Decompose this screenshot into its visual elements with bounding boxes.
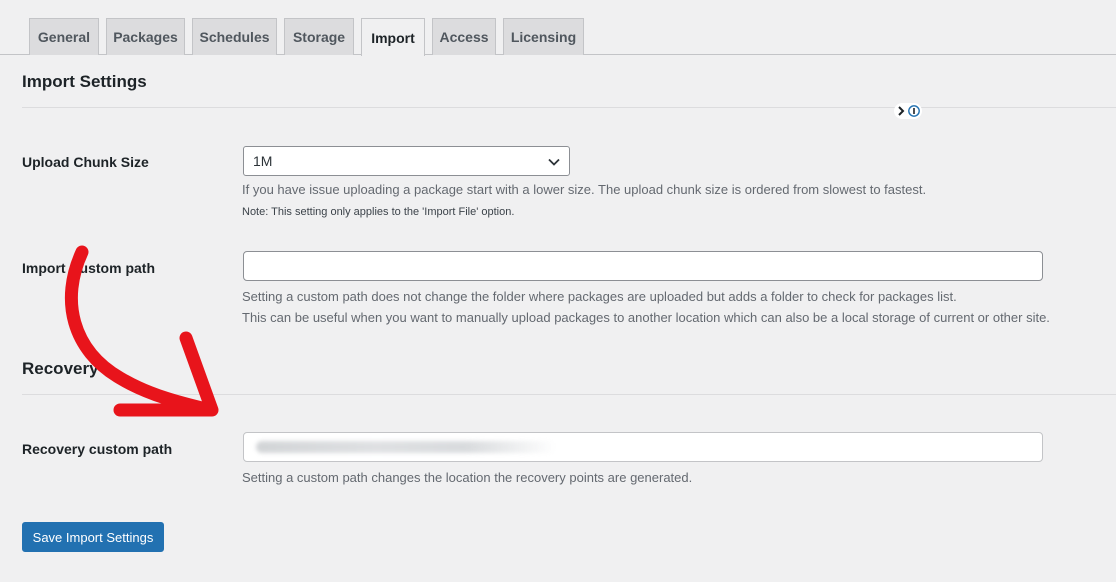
tab-packages[interactable]: Packages (106, 18, 185, 55)
chevron-down-icon (548, 158, 560, 166)
recovery-heading: Recovery (22, 359, 99, 378)
recovery-custom-path-input[interactable] (243, 432, 1043, 462)
upload-chunk-size-value: 1M (253, 153, 273, 169)
upload-chunk-size-label: Upload Chunk Size (22, 154, 149, 170)
recovery-custom-path-description: Setting a custom path changes the locati… (242, 470, 693, 485)
upload-chunk-size-description: If you have issue uploading a package st… (242, 182, 927, 197)
import-custom-path-description-2: This can be useful when you want to manu… (242, 310, 1050, 325)
tab-general[interactable]: General (29, 18, 99, 55)
upload-chunk-size-note: Note: This setting only applies to the '… (242, 206, 515, 218)
info-icon (908, 105, 920, 117)
import-settings-heading: Import Settings (22, 72, 147, 91)
redacted-path-value (256, 441, 556, 453)
tab-storage[interactable]: Storage (284, 18, 354, 55)
section-divider (22, 107, 1116, 108)
settings-tab-bar: General Packages Schedules Storage Impor… (0, 0, 1116, 56)
tab-access[interactable]: Access (432, 18, 496, 55)
recovery-custom-path-label: Recovery custom path (22, 441, 173, 457)
import-custom-path-label: Import Custom path (22, 260, 155, 276)
upload-chunk-size-select[interactable]: 1M (243, 146, 570, 176)
tab-schedules[interactable]: Schedules (192, 18, 277, 55)
tab-import[interactable]: Import (361, 18, 425, 56)
panel-toggle[interactable] (894, 103, 922, 119)
chevron-right-icon (898, 106, 905, 116)
tab-licensing[interactable]: Licensing (503, 18, 584, 55)
import-custom-path-input[interactable] (243, 251, 1043, 281)
section-divider (22, 394, 1116, 395)
save-import-settings-button[interactable]: Save Import Settings (22, 522, 164, 552)
import-custom-path-description-1: Setting a custom path does not change th… (242, 289, 957, 304)
